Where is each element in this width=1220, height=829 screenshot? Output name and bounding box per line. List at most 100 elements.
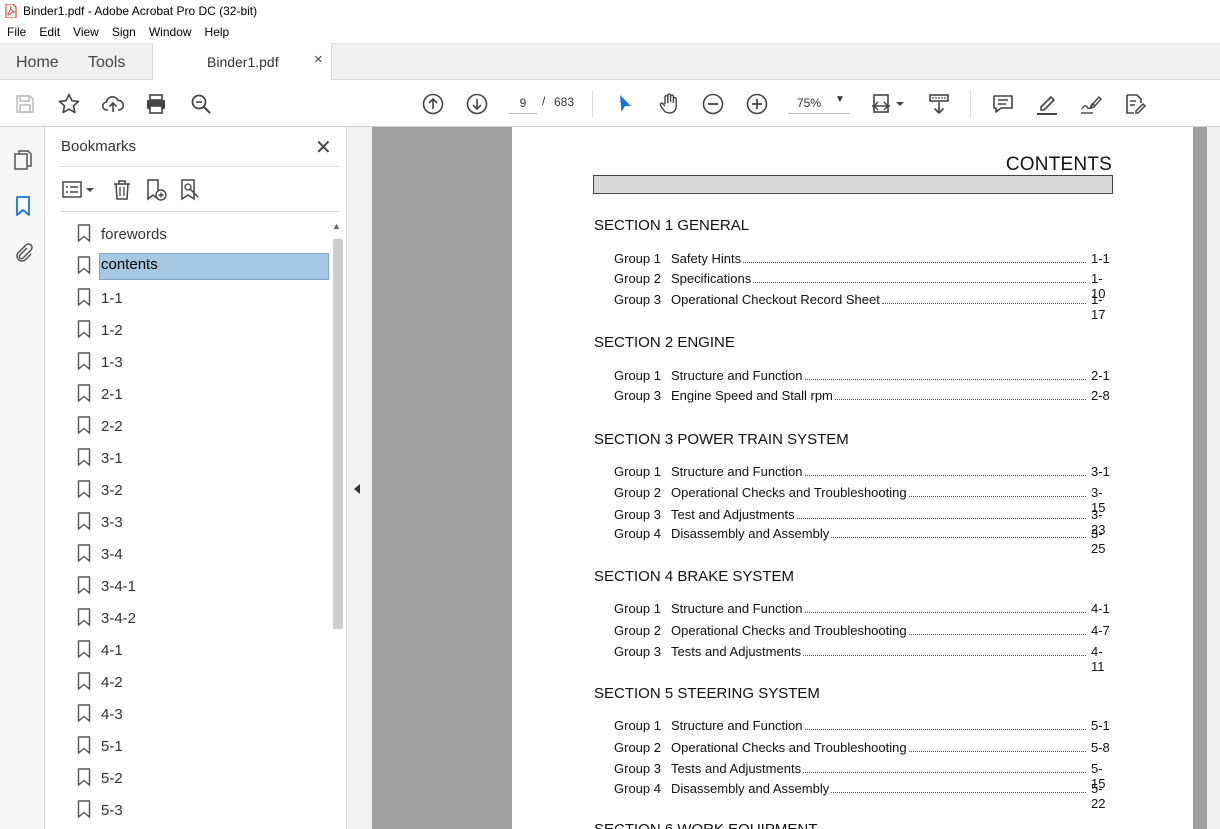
attachment-icon[interactable] [10, 239, 36, 265]
bookmark-item[interactable]: 2-2 [75, 411, 331, 439]
toc-page: 3-25 [1091, 526, 1106, 556]
select-cursor-icon[interactable] [612, 91, 638, 117]
zoom-select[interactable]: 75% ▼ [788, 92, 850, 114]
toc-entry[interactable]: Group 3 Test and Adjustments 3-23 [614, 507, 1114, 537]
toc-text: Structure and Function [671, 718, 803, 733]
hand-icon[interactable] [656, 91, 682, 117]
toc-entry[interactable]: Group 4 Disassembly and Assembly 5-22 [614, 781, 1114, 811]
tab-bar: Home Tools Binder1.pdf × [0, 43, 1220, 80]
toc-entry[interactable]: Group 3 Engine Speed and Stall rpm 2-8 [614, 388, 1114, 406]
pages-icon[interactable] [10, 147, 36, 173]
bookmark-item-selected[interactable]: contents [75, 251, 331, 280]
document-tab-label: Binder1.pdf [207, 54, 279, 70]
bookmark-label: 4-2 [101, 674, 123, 691]
bookmark-label: 1-3 [101, 354, 123, 371]
bookmark-item[interactable]: 1-1 [75, 283, 331, 311]
bookmark-icon [77, 352, 91, 371]
toc-entry[interactable]: Group 2 Specifications 1-10 [614, 271, 1114, 301]
save-icon[interactable] [12, 91, 38, 117]
scroll-mode-icon[interactable] [926, 91, 952, 117]
bookmark-item[interactable]: 1-2 [75, 315, 331, 343]
scrollbar-thumb[interactable] [333, 239, 343, 629]
toc-entry[interactable]: Group 1 Safety Hints 1-1 [614, 251, 1114, 269]
toc-entry[interactable]: Group 1 Structure and Function 2-1 [614, 368, 1114, 386]
toc-page: 4-11 [1091, 644, 1105, 674]
tab-home[interactable]: Home [16, 54, 59, 72]
toc-page: 3-1 [1091, 464, 1110, 479]
document-scrollbar[interactable] [1207, 127, 1220, 829]
page-fit-icon[interactable] [870, 91, 906, 117]
menu-edit[interactable]: Edit [32, 25, 66, 39]
scroll-up-icon[interactable]: ▲ [332, 221, 341, 231]
toc-entry[interactable]: Group 1 Structure and Function 3-1 [614, 464, 1114, 482]
toc-leader [804, 729, 1086, 730]
bookmarks-scrollbar[interactable]: ▲ [331, 219, 345, 829]
bookmark-icon[interactable] [10, 193, 36, 219]
bookmark-label: 3-1 [101, 450, 123, 467]
menu-view[interactable]: View [66, 25, 105, 39]
toc-page: 1-17 [1091, 292, 1106, 322]
tab-document[interactable]: Binder1.pdf × [152, 43, 332, 80]
options-menu-icon[interactable] [61, 177, 97, 203]
panel-collapse-strip[interactable] [347, 127, 372, 829]
next-page-icon[interactable] [464, 91, 490, 117]
toc-entry[interactable]: Group 3 Operational Checkout Record Sheet… [614, 292, 1114, 322]
toc-entry[interactable]: Group 3 Tests and Adjustments 4-11 [614, 644, 1114, 674]
prev-page-icon[interactable] [420, 91, 446, 117]
toc-entry[interactable]: Group 1 Structure and Function 4-1 [614, 601, 1114, 619]
bookmark-item[interactable]: 3-1 [75, 443, 331, 471]
bookmark-item[interactable]: 5-2 [75, 763, 331, 791]
page-number-input[interactable]: 9 [509, 92, 537, 114]
toc-group: Group 3 [614, 292, 661, 307]
toc-entry[interactable]: Group 4 Disassembly and Assembly 3-25 [614, 526, 1114, 556]
bookmark-item[interactable]: 5-3 [75, 795, 331, 823]
bookmark-item[interactable]: 1-3 [75, 347, 331, 375]
menu-sign[interactable]: Sign [105, 25, 142, 39]
toc-text: Operational Checkout Record Sheet [671, 292, 880, 307]
bookmark-item[interactable]: 3-4 [75, 539, 331, 567]
bookmark-item[interactable]: 3-4-1 [75, 571, 331, 599]
tab-tools[interactable]: Tools [88, 54, 125, 72]
bookmark-label: 3-4-2 [101, 610, 137, 627]
toc-entry[interactable]: Group 2 Operational Checks and Troublesho… [614, 740, 1114, 758]
section-heading: SECTION 4 BRAKE SYSTEM [594, 568, 795, 585]
toc-page: 4-1 [1091, 601, 1110, 616]
bookmark-search-icon[interactable] [177, 177, 203, 203]
zoom-in-icon[interactable] [744, 91, 770, 117]
collapse-left-icon[interactable] [354, 484, 360, 494]
bookmark-item[interactable]: 2-1 [75, 379, 331, 407]
highlight-icon[interactable] [1034, 91, 1060, 117]
fill-sign-icon[interactable] [1122, 91, 1148, 117]
upload-icon[interactable] [100, 91, 126, 117]
delete-bookmark-icon[interactable] [109, 177, 135, 203]
page-heading: CONTENTS [1005, 154, 1112, 175]
bookmark-item[interactable]: 4-3 [75, 699, 331, 727]
bookmark-item[interactable]: 3-3 [75, 507, 331, 535]
bookmark-item[interactable]: 4-2 [75, 667, 331, 695]
document-view[interactable]: CONTENTS SECTION 1 GENERAL Group 1 Safety… [372, 127, 1220, 829]
toc-entry[interactable]: Group 3 Tests and Adjustments 5-15 [614, 761, 1114, 791]
divider [59, 211, 339, 212]
menu-help[interactable]: Help [198, 25, 236, 39]
toc-entry[interactable]: Group 2 Operational Checks and Troublesho… [614, 485, 1114, 515]
bookmark-label: 3-2 [101, 482, 123, 499]
zoom-search-icon[interactable] [188, 91, 214, 117]
star-icon[interactable] [56, 91, 82, 117]
bookmark-item[interactable]: 4-1 [75, 635, 331, 663]
comment-icon[interactable] [990, 91, 1016, 117]
menu-file[interactable]: File [0, 25, 32, 39]
toc-entry[interactable]: Group 2 Operational Checks and Troublesho… [614, 623, 1114, 641]
bookmark-item[interactable]: 5-1 [75, 731, 331, 759]
bookmark-item[interactable]: 3-4-2 [75, 603, 331, 631]
close-icon[interactable]: ✕ [315, 135, 332, 160]
new-bookmark-icon[interactable] [143, 177, 169, 203]
sign-icon[interactable] [1078, 91, 1104, 117]
bookmark-label: 4-1 [101, 642, 123, 659]
zoom-out-icon[interactable] [700, 91, 726, 117]
close-tab-icon[interactable]: × [314, 51, 323, 68]
menu-window[interactable]: Window [142, 25, 198, 39]
bookmark-item[interactable]: 3-2 [75, 475, 331, 503]
toc-entry[interactable]: Group 1 Structure and Function 5-1 [614, 718, 1114, 736]
bookmark-item[interactable]: forewords [75, 219, 331, 247]
print-icon[interactable] [143, 91, 169, 117]
